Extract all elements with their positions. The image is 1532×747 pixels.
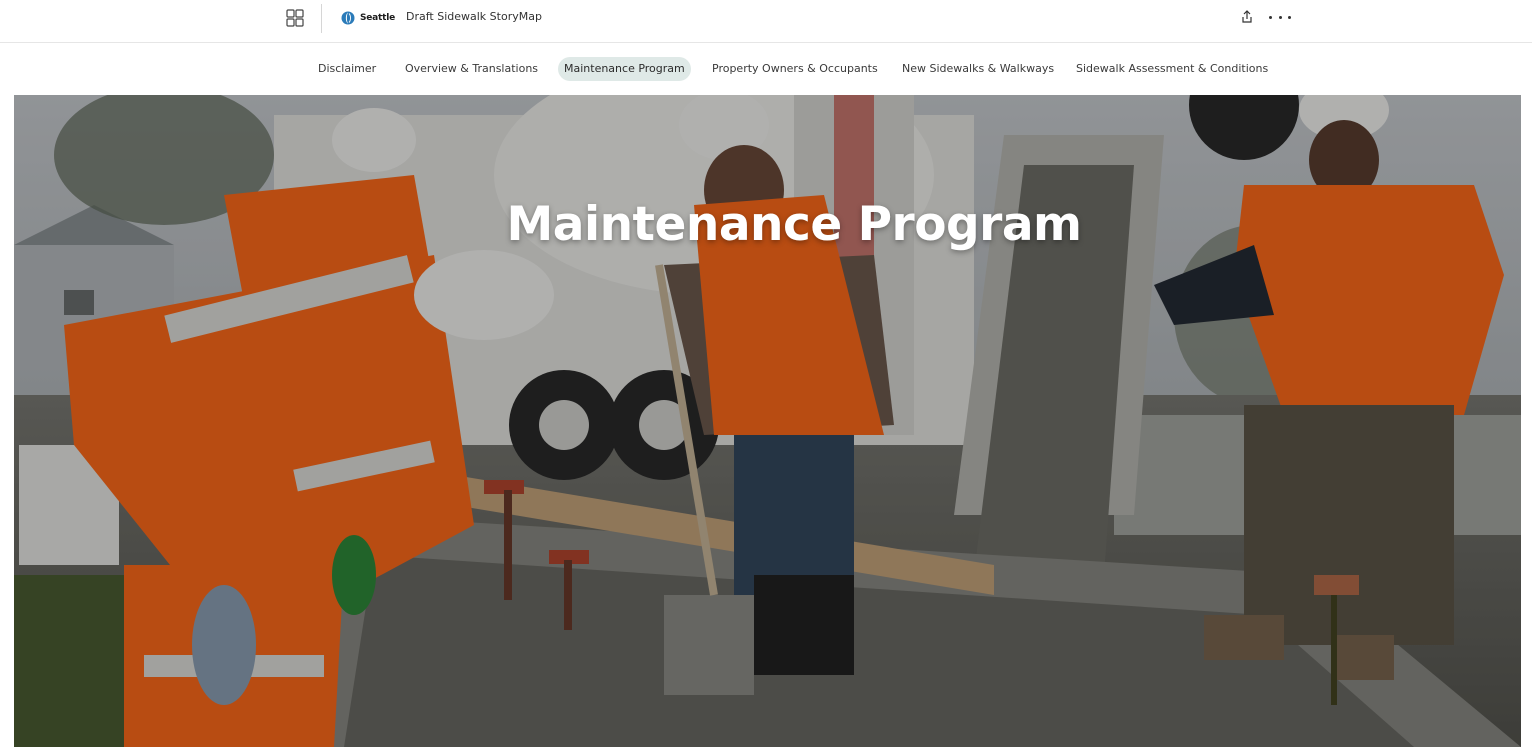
- nav-item-property-owners-occupants[interactable]: Property Owners & Occupants: [706, 57, 884, 81]
- nav-item-maintenance-program[interactable]: Maintenance Program: [558, 57, 691, 81]
- nav-item-disclaimer[interactable]: Disclaimer: [312, 57, 382, 81]
- header-divider: [321, 4, 322, 33]
- top-bar: Seattle Draft Sidewalk StoryMap: [0, 0, 1532, 43]
- nav-item-sidewalk-assessment-conditions[interactable]: Sidewalk Assessment & Conditions: [1070, 57, 1274, 81]
- story-title: Draft Sidewalk StoryMap: [406, 10, 542, 23]
- more-options-icon[interactable]: [1269, 9, 1291, 25]
- seattle-logo-icon: [341, 11, 355, 25]
- hero-dim-overlay: [14, 95, 1521, 747]
- story-navigation: Disclaimer Overview & Translations Maint…: [0, 43, 1532, 95]
- nav-item-overview-translations[interactable]: Overview & Translations: [399, 57, 544, 81]
- seattle-logo[interactable]: Seattle: [341, 10, 395, 26]
- logo-text: Seattle: [360, 13, 396, 23]
- nav-item-new-sidewalks-walkways[interactable]: New Sidewalks & Walkways: [896, 57, 1060, 81]
- share-icon[interactable]: [1240, 9, 1254, 25]
- hero-section: Maintenance Program: [14, 95, 1521, 747]
- apps-grid-icon[interactable]: [285, 8, 305, 28]
- hero-title: Maintenance Program: [506, 197, 1082, 252]
